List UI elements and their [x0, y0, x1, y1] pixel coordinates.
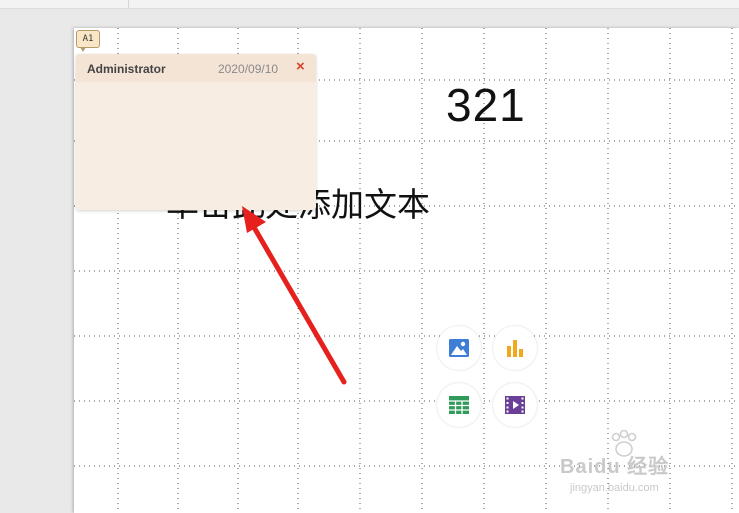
comment-author: Administrator	[87, 62, 166, 76]
comment-header: Administrator 2020/09/10 ×	[76, 54, 316, 82]
slide-number-text[interactable]: 321	[446, 78, 526, 132]
watermark-url: jingyan.baidu.com	[570, 482, 659, 494]
comment-marker[interactable]: A1	[76, 30, 100, 52]
toolbar-strip	[0, 0, 739, 9]
insert-video-button[interactable]	[493, 383, 537, 427]
comment-date: 2020/09/10	[218, 62, 279, 76]
comment-card[interactable]: Administrator 2020/09/10 ×	[76, 54, 316, 210]
insert-chart-button[interactable]	[493, 326, 537, 370]
close-icon[interactable]: ×	[296, 59, 305, 75]
insert-picture-button[interactable]	[437, 326, 481, 370]
comment-body[interactable]	[87, 88, 305, 202]
table-icon	[449, 396, 469, 414]
watermark-text: Baidu 经验	[560, 456, 670, 478]
toolbar-separator	[128, 0, 129, 8]
insert-table-button[interactable]	[437, 383, 481, 427]
picture-icon	[449, 339, 469, 357]
chart-icon	[507, 340, 523, 357]
video-icon	[505, 396, 525, 414]
